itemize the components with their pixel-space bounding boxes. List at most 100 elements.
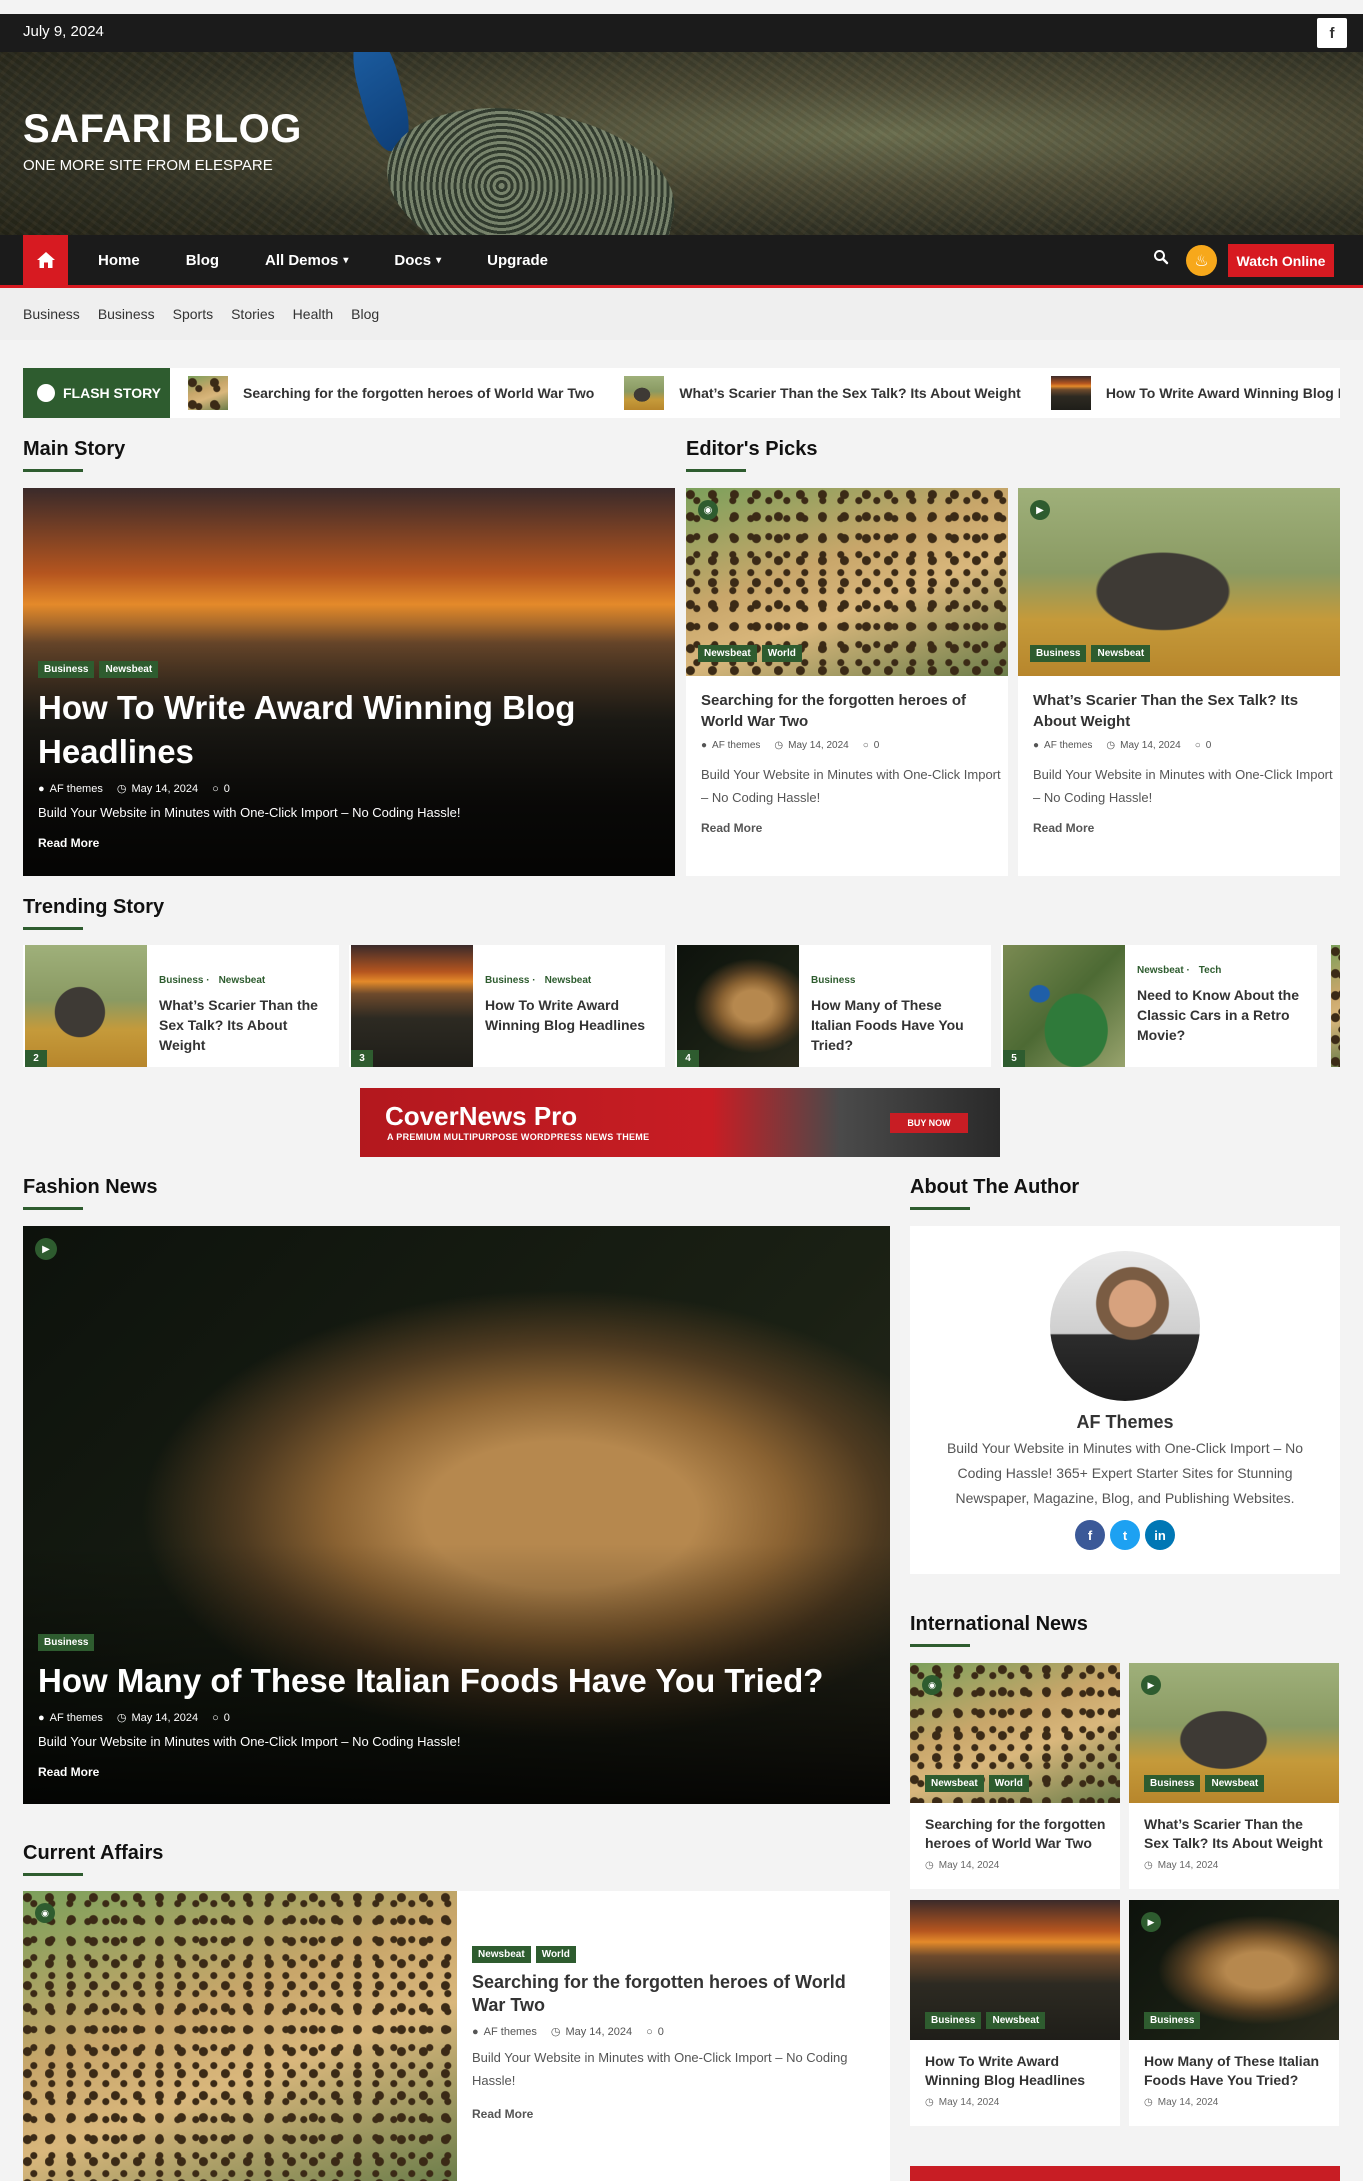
post-title[interactable]: How To Write Award Winning Blog Headline… (925, 2052, 1110, 2090)
fashion-story-title[interactable]: How Many of These Italian Foods Have You… (38, 1659, 878, 1703)
flame-icon[interactable]: ♨ (1186, 245, 1217, 276)
post-author[interactable]: AF themes (50, 783, 103, 795)
trending-card[interactable]: 5 Newsbeat · Tech Need to Know About the… (1001, 945, 1317, 1067)
editors-pick-card[interactable]: ▶ Business Newsbeat What’s Scarier Than … (1018, 488, 1340, 876)
read-more-link[interactable]: Read More (38, 836, 648, 850)
nav-item-home[interactable]: Home (98, 252, 140, 269)
read-more-link[interactable]: Read More (38, 1765, 878, 1779)
secondary-nav-link[interactable]: Business (98, 306, 155, 322)
lion-thumbnail[interactable] (677, 945, 799, 1067)
nav-item-label: Docs (394, 251, 432, 269)
category-tag[interactable]: World (535, 1946, 576, 1963)
post-title[interactable]: How To Write Award Winning Blog Headline… (485, 995, 660, 1035)
main-story-title[interactable]: How To Write Award Winning Blog Headline… (38, 686, 648, 774)
post-title[interactable]: What’s Scarier Than the Sex Talk? Its Ab… (1033, 690, 1323, 732)
watch-online-button[interactable]: Watch Online (1228, 244, 1334, 277)
flash-story-item[interactable]: How To Write Award Winning Blog Headline… (1050, 376, 1340, 410)
category-tag[interactable]: Newsbeat (99, 661, 159, 678)
category-tag[interactable]: World (988, 1775, 1029, 1792)
category-tag[interactable]: Newsbeat (1091, 645, 1151, 662)
read-more-link[interactable]: Read More (1033, 821, 1094, 835)
trending-rank: 2 (25, 1050, 47, 1067)
category-tag[interactable]: Business · (485, 975, 536, 986)
nav-item-docs[interactable]: Docs ▾ (394, 252, 441, 269)
international-news-card[interactable]: ◉ Newsbeat World Searching for the forgo… (910, 1663, 1120, 1889)
trending-overflow-card[interactable] (1331, 945, 1340, 1067)
trending-card[interactable]: 3 Business · Newsbeat How To Write Award… (349, 945, 665, 1067)
category-tag[interactable]: Newsbeat (545, 975, 592, 986)
category-tag[interactable]: Newsbeat (219, 975, 266, 986)
category-tag[interactable]: Business (925, 2012, 982, 2029)
main-story-card[interactable]: Business Newsbeat How To Write Award Win… (23, 488, 675, 876)
flash-story-item[interactable]: Searching for the forgotten heroes of Wo… (188, 376, 594, 410)
category-tag[interactable]: Tech (1199, 965, 1222, 976)
category-tag[interactable]: Newsbeat (698, 645, 757, 662)
linkedin-icon[interactable]: in (1145, 1520, 1175, 1550)
post-author[interactable]: AF themes (1044, 740, 1092, 751)
post-title[interactable]: Searching for the forgotten heroes of Wo… (472, 1971, 877, 2017)
category-tag[interactable]: Newsbeat (986, 2012, 1046, 2029)
category-tag[interactable]: Business (38, 661, 95, 678)
comment-count[interactable]: 0 (658, 2026, 664, 2038)
category-tag[interactable]: Business (38, 1634, 95, 1651)
post-title[interactable]: How Many of These Italian Foods Have You… (1144, 2052, 1329, 2090)
international-news-card[interactable]: ▶ Business Newsbeat What’s Scarier Than … (1129, 1663, 1339, 1889)
post-title[interactable]: What’s Scarier Than the Sex Talk? Its Ab… (1144, 1815, 1329, 1853)
secondary-nav-link[interactable]: Stories (231, 306, 275, 322)
comment-count[interactable]: 0 (874, 740, 880, 751)
category-tag[interactable]: Newsbeat (1205, 1775, 1265, 1792)
peacock-thumbnail[interactable] (1003, 945, 1125, 1067)
post-author[interactable]: AF themes (50, 1712, 103, 1724)
category-tag[interactable]: Newsbeat (925, 1775, 984, 1792)
post-author[interactable]: AF themes (484, 2026, 537, 2038)
post-author[interactable]: AF themes (712, 740, 760, 751)
facebook-icon[interactable]: f (1317, 18, 1347, 48)
secondary-nav-link[interactable]: Blog (351, 306, 379, 322)
category-tag[interactable]: Business · (159, 975, 210, 986)
international-news-card[interactable]: Business Newsbeat How To Write Award Win… (910, 1900, 1120, 2126)
search-icon[interactable] (1153, 249, 1173, 269)
read-more-link[interactable]: Read More (701, 821, 762, 835)
sunset-thumbnail[interactable] (351, 945, 473, 1067)
category-tag[interactable]: Newsbeat (472, 1946, 531, 1963)
secondary-nav-link[interactable]: Business (23, 306, 80, 322)
buy-now-button[interactable]: BUY NOW (890, 1113, 968, 1133)
secondary-nav-link[interactable]: Health (293, 306, 333, 322)
leopard-image[interactable] (23, 1891, 457, 2181)
post-title[interactable]: Need to Know About the Classic Cars in a… (1137, 985, 1312, 1045)
trending-card[interactable]: 2 Business · Newsbeat What’s Scarier Tha… (23, 945, 339, 1067)
author-avatar[interactable] (1050, 1251, 1200, 1401)
category-tag[interactable]: Business (811, 975, 855, 986)
comment-count[interactable]: 0 (1206, 740, 1212, 751)
international-news-card[interactable]: ▶ Business How Many of These Italian Foo… (1129, 1900, 1339, 2126)
covernews-pro-banner[interactable]: CoverNews Pro A PREMIUM MULTIPURPOSE WOR… (360, 1088, 1000, 1157)
read-more-link[interactable]: Read More (472, 2107, 877, 2121)
category-tag[interactable]: Business (1144, 1775, 1201, 1792)
secondary-nav-link[interactable]: Sports (173, 306, 213, 322)
home-icon[interactable] (23, 235, 68, 285)
fashion-news-card[interactable]: ▶ Business How Many of These Italian Foo… (23, 1226, 890, 1804)
comment-count[interactable]: 0 (224, 783, 230, 795)
nav-item-upgrade[interactable]: Upgrade (487, 252, 548, 269)
comment-count[interactable]: 0 (224, 1712, 230, 1724)
flash-story-item[interactable]: What’s Scarier Than the Sex Talk? Its Ab… (624, 376, 1021, 410)
category-tag[interactable]: World (761, 645, 802, 662)
facebook-icon[interactable]: f (1075, 1520, 1105, 1550)
site-title[interactable]: SAFARI BLOG (23, 107, 302, 152)
twitter-icon[interactable]: t (1110, 1520, 1140, 1550)
flash-story-title: Searching for the forgotten heroes of Wo… (243, 385, 595, 401)
category-tag[interactable]: Newsbeat · (1137, 965, 1190, 976)
post-title[interactable]: What’s Scarier Than the Sex Talk? Its Ab… (159, 995, 334, 1055)
trending-card[interactable]: 4 Business How Many of These Italian Foo… (675, 945, 991, 1067)
post-title[interactable]: How Many of These Italian Foods Have You… (811, 995, 986, 1055)
post-title[interactable]: Searching for the forgotten heroes of Wo… (701, 690, 991, 732)
category-tag[interactable]: Business (1144, 2012, 1201, 2029)
author-name[interactable]: AF Themes (910, 1412, 1340, 1433)
nav-item-blog[interactable]: Blog (186, 252, 219, 269)
editors-pick-card[interactable]: ◉ Newsbeat World Searching for the forgo… (686, 488, 1008, 876)
current-affairs-card[interactable]: ◉ Newsbeat World Searching for the forgo… (23, 1891, 890, 2181)
category-tag[interactable]: Business (1030, 645, 1087, 662)
elephant-thumbnail[interactable] (25, 945, 147, 1067)
nav-item-all-demos[interactable]: All Demos ▾ (265, 252, 348, 269)
post-title[interactable]: Searching for the forgotten heroes of Wo… (925, 1815, 1110, 1853)
